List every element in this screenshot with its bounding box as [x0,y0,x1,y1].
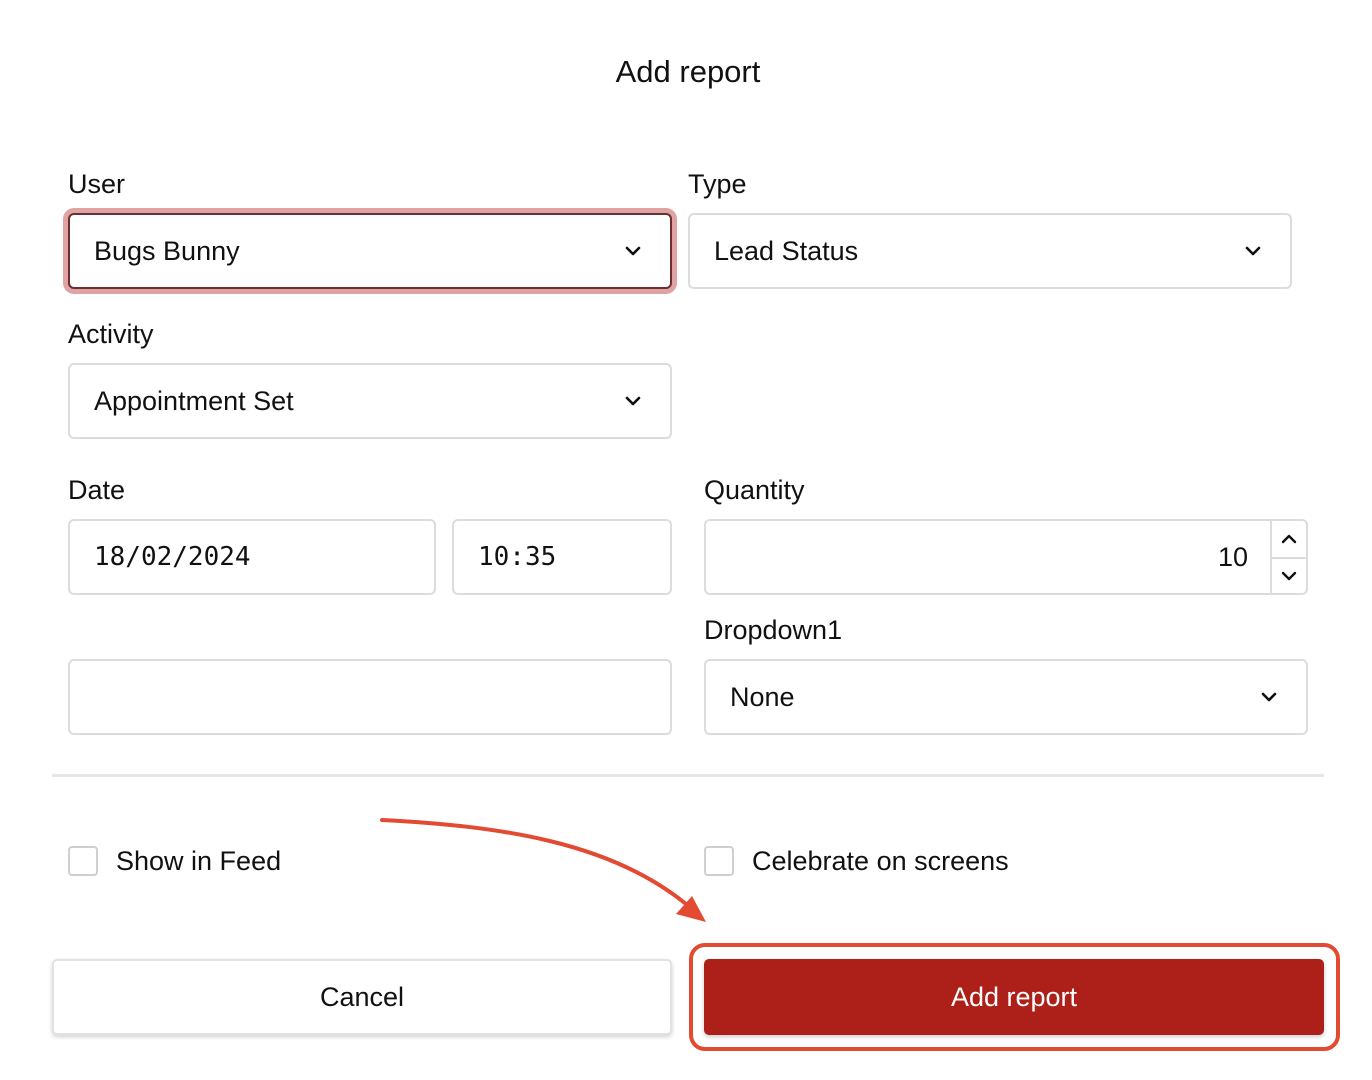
activity-select[interactable]: Appointment Set [68,363,672,439]
user-select-value: Bugs Bunny [94,235,240,266]
date-input-value: 18/02/2024 [94,542,251,572]
dialog-title: Add report [615,54,761,89]
dropdown1-label: Dropdown1 [704,615,843,645]
type-label: Type [688,169,747,199]
quantity-value: 10 [1217,541,1248,572]
quantity-label: Quantity [704,475,805,505]
celebrate-on-screens-checkbox[interactable] [704,846,734,876]
chevron-down-icon [625,246,641,256]
chevron-down-icon [1281,571,1297,581]
user-select[interactable]: Bugs Bunny [68,213,672,289]
date-input[interactable]: 18/02/2024 [68,519,436,595]
dropdown1-select[interactable]: None [704,659,1308,735]
chevron-down-icon [1261,692,1277,702]
activity-select-value: Appointment Set [94,385,294,416]
user-label: User [68,169,126,199]
quantity-decrement-button[interactable] [1272,557,1306,593]
cancel-button[interactable]: Cancel [52,959,672,1035]
show-in-feed-label[interactable]: Show in Feed [116,844,281,878]
section-divider [52,774,1324,777]
annotation-highlight-ring [689,943,1340,1051]
cancel-button-label: Cancel [319,981,405,1012]
extra-text-input[interactable] [68,659,672,735]
chevron-up-icon [1281,534,1297,544]
chevron-down-icon [1245,246,1261,256]
type-select[interactable]: Lead Status [688,213,1292,289]
quantity-increment-button[interactable] [1272,521,1306,557]
type-select-value: Lead Status [714,235,859,266]
time-input[interactable]: 10:35 [452,519,672,595]
celebrate-on-screens-label[interactable]: Celebrate on screens [752,844,1009,878]
quantity-spinner [1270,521,1306,593]
show-in-feed-checkbox[interactable] [68,846,98,876]
date-label: Date [68,475,126,505]
add-report-dialog: Add report User Bugs Bunny Type Lead Sta… [0,0,1372,1080]
quantity-stepper[interactable]: 10 [704,519,1308,595]
chevron-down-icon [625,396,641,406]
dropdown1-select-value: None [730,681,795,712]
time-input-value: 10:35 [478,542,557,572]
activity-label: Activity [68,319,154,349]
